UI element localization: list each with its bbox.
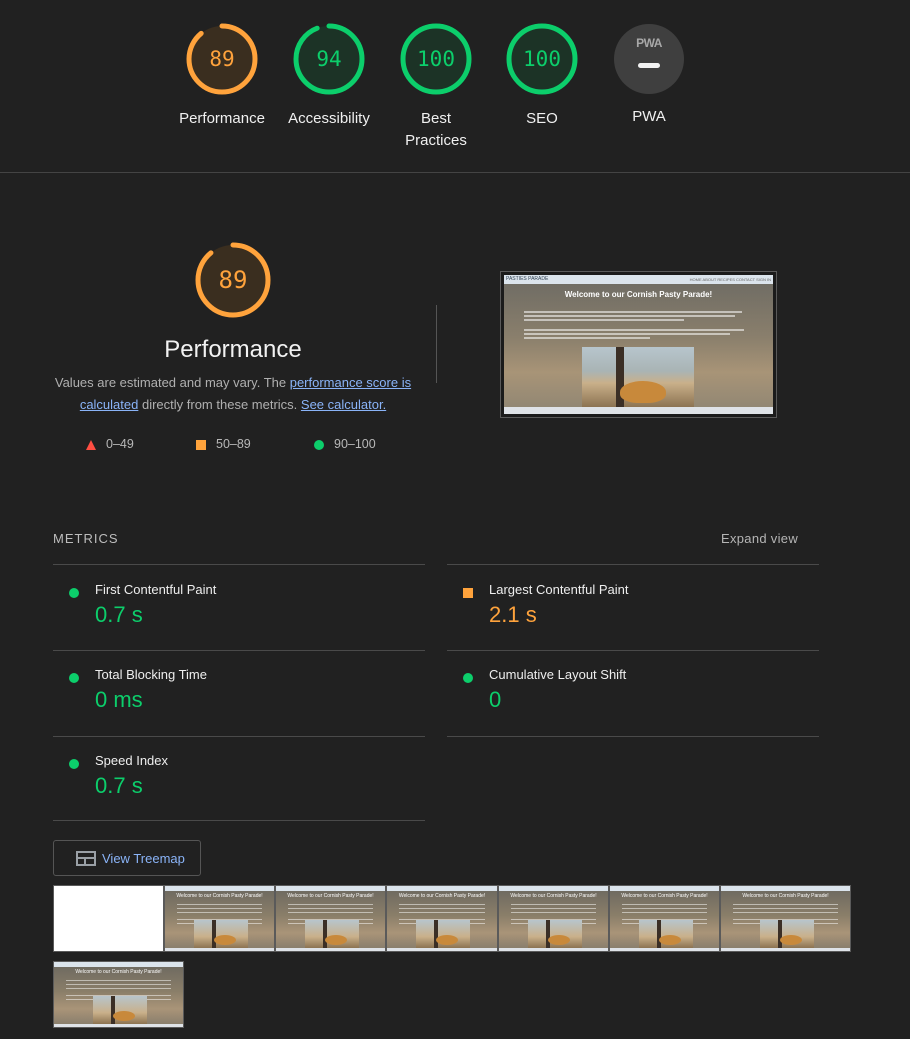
square-icon <box>196 439 206 450</box>
category-scores-bar: 89 Performance 94 Accessibility 100 Best… <box>0 0 910 173</box>
circle-icon <box>314 439 324 450</box>
filmstrip-frame <box>53 885 164 952</box>
performance-main-score: 89 <box>218 266 248 294</box>
vertical-divider <box>436 305 437 383</box>
metric-value: 0.7 s <box>95 773 143 798</box>
metrics-divider <box>53 736 425 737</box>
metrics-divider <box>53 820 425 821</box>
filmstrip-frame: Welcome to our Cornish Pasty Parade! <box>386 885 498 952</box>
filmstrip-frame-title: Welcome to our Cornish Pasty Parade! <box>510 893 597 899</box>
filmstrip-frame: Welcome to our Cornish Pasty Parade! <box>53 961 184 1028</box>
filmstrip-frame-title: Welcome to our Cornish Pasty Parade! <box>287 893 374 899</box>
metric-name: Total Blocking Time <box>95 667 207 682</box>
filmstrip-frame-title: Welcome to our Cornish Pasty Parade! <box>621 893 708 899</box>
filmstrip-frame-title: Welcome to our Cornish Pasty Parade! <box>75 969 162 975</box>
gauge-performance[interactable]: 89 Performance <box>167 22 277 130</box>
pass-circle-icon <box>69 588 79 598</box>
legend-fail-range: 0–49 <box>106 437 134 451</box>
filmstrip-frame: Welcome to our Cornish Pasty Parade! <box>609 885 720 952</box>
seo-score: 100 <box>523 47 561 71</box>
metric-name: Speed Index <box>95 753 169 768</box>
metric-value: 0.7 s <box>95 602 143 627</box>
metrics-divider <box>53 650 425 651</box>
filmstrip-frame-title: Welcome to our Cornish Pasty Parade! <box>176 893 263 899</box>
seo-label: SEO <box>526 110 558 127</box>
metrics-heading: METRICS <box>53 531 119 546</box>
expand-view-button[interactable]: Expand view <box>721 531 798 546</box>
average-square-icon <box>463 588 473 598</box>
legend-fail: 0–49 <box>86 437 134 451</box>
metric-name: Largest Contentful Paint <box>489 582 629 597</box>
screenshot-nav: PASTIES PARADE HOME ABOUT RECIPES CONTAC… <box>504 275 773 284</box>
see-calculator-link[interactable]: See calculator. <box>301 397 386 412</box>
best-practices-score: 100 <box>417 47 455 71</box>
metric-name: Cumulative Layout Shift <box>489 667 627 682</box>
screenshot-footer <box>504 407 773 414</box>
view-treemap-button[interactable]: View Treemap <box>53 840 201 876</box>
pass-circle-icon <box>69 759 79 769</box>
best-practices-label: Best Practices <box>405 110 467 149</box>
triangle-icon <box>86 439 96 450</box>
screenshot-page: PASTIES PARADE HOME ABOUT RECIPES CONTAC… <box>504 275 773 414</box>
performance-label: Performance <box>179 110 265 127</box>
filmstrip-frame: Welcome to our Cornish Pasty Parade! <box>275 885 386 952</box>
pass-circle-icon <box>463 673 473 683</box>
metrics-divider <box>447 736 819 737</box>
legend-pass: 90–100 <box>314 437 376 451</box>
screenshot-nav-links: HOME ABOUT RECIPES CONTACT SIGN IN <box>689 277 771 282</box>
final-screenshot[interactable]: PASTIES PARADE HOME ABOUT RECIPES CONTAC… <box>500 271 777 418</box>
desc-middle: directly from these metrics. <box>138 397 301 412</box>
pwa-label: PWA <box>632 108 666 125</box>
accessibility-label: Accessibility <box>288 110 370 127</box>
pwa-badge-icon: PWA <box>614 24 684 94</box>
performance-score: 89 <box>209 47 235 71</box>
filmstrip-frame: Welcome to our Cornish Pasty Parade! <box>720 885 851 952</box>
treemap-icon <box>76 851 96 866</box>
filmstrip-frame-title: Welcome to our Cornish Pasty Parade! <box>742 893 829 899</box>
accessibility-score: 94 <box>316 47 342 71</box>
screenshot-site-name: PASTIES PARADE <box>506 276 549 282</box>
desc-prefix: Values are estimated and may vary. The <box>54 375 290 390</box>
metric-value: 0 ms <box>95 687 143 712</box>
performance-description: Values are estimated and may vary. The p… <box>53 372 413 416</box>
metric-value: 2.1 s <box>489 602 537 627</box>
metrics-divider <box>447 650 819 651</box>
performance-title: Performance <box>164 336 302 363</box>
screenshot-heading: Welcome to our Cornish Pasty Parade! <box>564 290 713 299</box>
metrics-divider <box>447 564 819 565</box>
legend-pass-range: 90–100 <box>334 437 376 451</box>
pass-circle-icon <box>69 673 79 683</box>
metrics-divider <box>53 564 425 565</box>
screenshot-text-lines <box>524 311 753 341</box>
filmstrip-frame: Welcome to our Cornish Pasty Parade! <box>498 885 609 952</box>
gauge-best-practices[interactable]: 100 Best Practices <box>381 22 491 152</box>
gauge-pwa[interactable]: PWA PWA <box>594 22 704 128</box>
view-treemap-label: View Treemap <box>102 851 185 866</box>
metric-name: First Contentful Paint <box>95 582 217 597</box>
pwa-badge-text: PWA <box>636 36 662 50</box>
performance-main-gauge: 89 <box>193 240 273 320</box>
screenshot-pasty-photo <box>582 347 694 407</box>
gauge-seo[interactable]: 100 SEO <box>487 22 597 130</box>
filmstrip-frame-title: Welcome to our Cornish Pasty Parade! <box>398 893 486 899</box>
legend-average: 50–89 <box>196 437 251 451</box>
filmstrip-frame: Welcome to our Cornish Pasty Parade! <box>164 885 275 952</box>
metric-value: 0 <box>489 687 502 712</box>
gauge-accessibility[interactable]: 94 Accessibility <box>274 22 384 130</box>
legend-average-range: 50–89 <box>216 437 251 451</box>
pwa-dash-icon <box>638 63 660 68</box>
